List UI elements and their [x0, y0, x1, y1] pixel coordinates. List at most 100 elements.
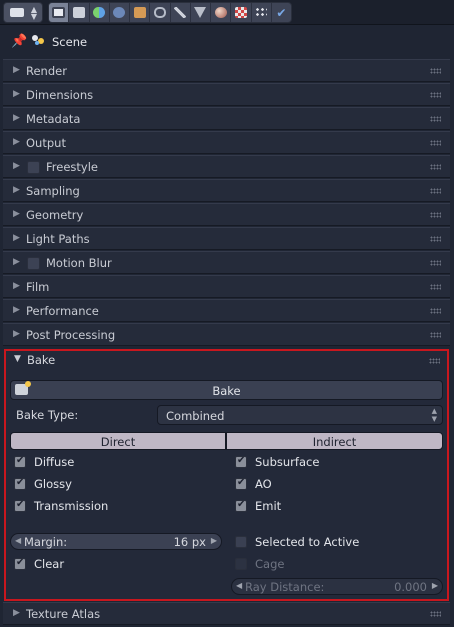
drag-handle-icon[interactable]: [430, 188, 441, 194]
world-icon: [113, 7, 126, 18]
expand-arrow-icon: ▶: [13, 89, 20, 99]
decrement-arrow-icon[interactable]: ◀: [15, 536, 21, 545]
checkbox-checked-icon: [14, 499, 26, 512]
ray-distance-field[interactable]: ◀ Ray Distance: 0.000 ▶: [231, 578, 443, 595]
panel-title: Freestyle: [46, 160, 98, 174]
motion-blur-enable-checkbox[interactable]: [27, 257, 40, 270]
modifiers-icon: [174, 7, 187, 18]
ao-checkbox[interactable]: AO: [235, 477, 435, 493]
selected-to-active-checkbox[interactable]: Selected to Active: [235, 535, 440, 551]
dropdown-arrows-icon: ▲ ▼: [431, 407, 437, 423]
panel-light-paths[interactable]: ▶ Light Paths: [3, 227, 450, 250]
bake-type-dropdown[interactable]: Combined ▲ ▼: [157, 405, 443, 425]
constraints-tab[interactable]: [150, 3, 171, 22]
drag-handle-icon[interactable]: [430, 116, 441, 122]
drag-handle-icon[interactable]: [430, 611, 441, 617]
panel-dimensions[interactable]: ▶ Dimensions: [3, 83, 450, 106]
drag-handle-icon[interactable]: [430, 284, 441, 290]
drag-handle-icon[interactable]: [430, 308, 441, 314]
cage-checkbox[interactable]: Cage: [235, 557, 440, 573]
panel-output[interactable]: ▶ Output: [3, 131, 450, 154]
panel-title: Metadata: [26, 112, 81, 126]
material-tab[interactable]: [211, 3, 232, 22]
pin-icon[interactable]: 📌: [11, 34, 27, 49]
editor-type-selector[interactable]: ▲ ▼: [3, 2, 43, 23]
panel-performance[interactable]: ▶ Performance: [3, 299, 450, 322]
properties-toolbar: ▲ ▼ ✔: [0, 0, 454, 25]
constraints-icon: [153, 7, 166, 18]
panel-geometry[interactable]: ▶ Geometry: [3, 203, 450, 226]
panel-film[interactable]: ▶ Film: [3, 275, 450, 298]
expand-arrow-icon: ▶: [13, 257, 20, 267]
physics-tab[interactable]: ✔: [272, 3, 291, 22]
bake-type-label: Bake Type:: [16, 408, 79, 422]
panel-freestyle[interactable]: ▶ Freestyle: [3, 155, 450, 178]
drag-handle-icon[interactable]: [430, 332, 441, 338]
increment-arrow-icon[interactable]: ▶: [432, 581, 438, 590]
panel-title: Dimensions: [26, 88, 94, 102]
freestyle-enable-checkbox[interactable]: [27, 161, 40, 174]
increment-arrow-icon[interactable]: ▶: [211, 536, 217, 545]
world-tab[interactable]: [110, 3, 130, 22]
render-layers-tab[interactable]: [69, 3, 90, 22]
checkbox-checked-icon: [235, 455, 247, 468]
glossy-checkbox[interactable]: Glossy: [14, 477, 214, 493]
data-icon: [194, 7, 207, 18]
panel-title: Film: [26, 280, 50, 294]
panel-title: Sampling: [26, 184, 80, 198]
margin-label: Margin:: [24, 535, 68, 549]
direct-toggle[interactable]: Direct: [10, 432, 226, 450]
clear-checkbox[interactable]: Clear: [14, 557, 214, 573]
checkbox-checked-icon: [14, 557, 26, 570]
scene-icon: [32, 35, 44, 45]
drag-handle-icon[interactable]: [430, 260, 441, 266]
particles-icon: [255, 7, 268, 18]
indirect-label: Indirect: [312, 435, 357, 449]
object-icon: [133, 7, 146, 18]
particles-tab[interactable]: [252, 3, 272, 22]
render-tab[interactable]: [49, 3, 70, 22]
context-path: 📌 Scene: [0, 28, 454, 54]
panel-texture-atlas[interactable]: ▶ Texture Atlas: [3, 602, 450, 625]
panel-title: Output: [26, 136, 66, 150]
collapse-arrow-icon: ▼: [14, 354, 21, 364]
checkbox-checked-icon: [235, 499, 247, 512]
diffuse-checkbox[interactable]: Diffuse: [14, 455, 214, 471]
bake-type-value: Combined: [166, 409, 225, 423]
panel-render[interactable]: ▶ Render: [3, 59, 450, 82]
texture-tab[interactable]: [231, 3, 252, 22]
data-tab[interactable]: [191, 3, 211, 22]
panel-metadata[interactable]: ▶ Metadata: [3, 107, 450, 130]
drag-handle-icon[interactable]: [429, 358, 440, 364]
expand-arrow-icon: ▶: [13, 209, 20, 219]
margin-field[interactable]: ◀ Margin: 16 px ▶: [10, 533, 222, 550]
drag-handle-icon[interactable]: [430, 92, 441, 98]
emit-checkbox[interactable]: Emit: [235, 499, 435, 515]
bake-panel: ▼ Bake Bake Bake Type: Combined ▲ ▼ Direc…: [4, 349, 449, 601]
drag-handle-icon[interactable]: [430, 212, 441, 218]
bake-panel-header[interactable]: ▼ Bake: [6, 351, 447, 371]
drag-handle-icon[interactable]: [430, 68, 441, 74]
modifiers-tab[interactable]: [171, 3, 191, 22]
scene-tab[interactable]: [90, 3, 110, 22]
transmission-checkbox[interactable]: Transmission: [14, 499, 214, 515]
panel-title: Bake: [27, 353, 56, 367]
panel-sampling[interactable]: ▶ Sampling: [3, 179, 450, 202]
decrement-arrow-icon[interactable]: ◀: [236, 581, 242, 590]
panel-motion-blur[interactable]: ▶ Motion Blur: [3, 251, 450, 274]
expand-arrow-icon: ▶: [13, 113, 20, 123]
transmission-label: Transmission: [34, 499, 109, 513]
cage-label: Cage: [255, 557, 285, 571]
drag-handle-icon[interactable]: [430, 236, 441, 242]
panel-post-processing[interactable]: ▶ Post Processing: [3, 323, 450, 346]
bake-button[interactable]: Bake: [10, 380, 443, 400]
drag-handle-icon[interactable]: [430, 164, 441, 170]
drag-handle-icon[interactable]: [430, 140, 441, 146]
object-tab[interactable]: [130, 3, 151, 22]
subsurface-checkbox[interactable]: Subsurface: [235, 455, 435, 471]
material-icon: [214, 7, 227, 18]
dropdown-arrows-icon: ▲ ▼: [30, 5, 37, 21]
clear-label: Clear: [34, 557, 65, 571]
indirect-toggle[interactable]: Indirect: [226, 432, 443, 450]
checkbox-checked-icon: [14, 455, 26, 468]
